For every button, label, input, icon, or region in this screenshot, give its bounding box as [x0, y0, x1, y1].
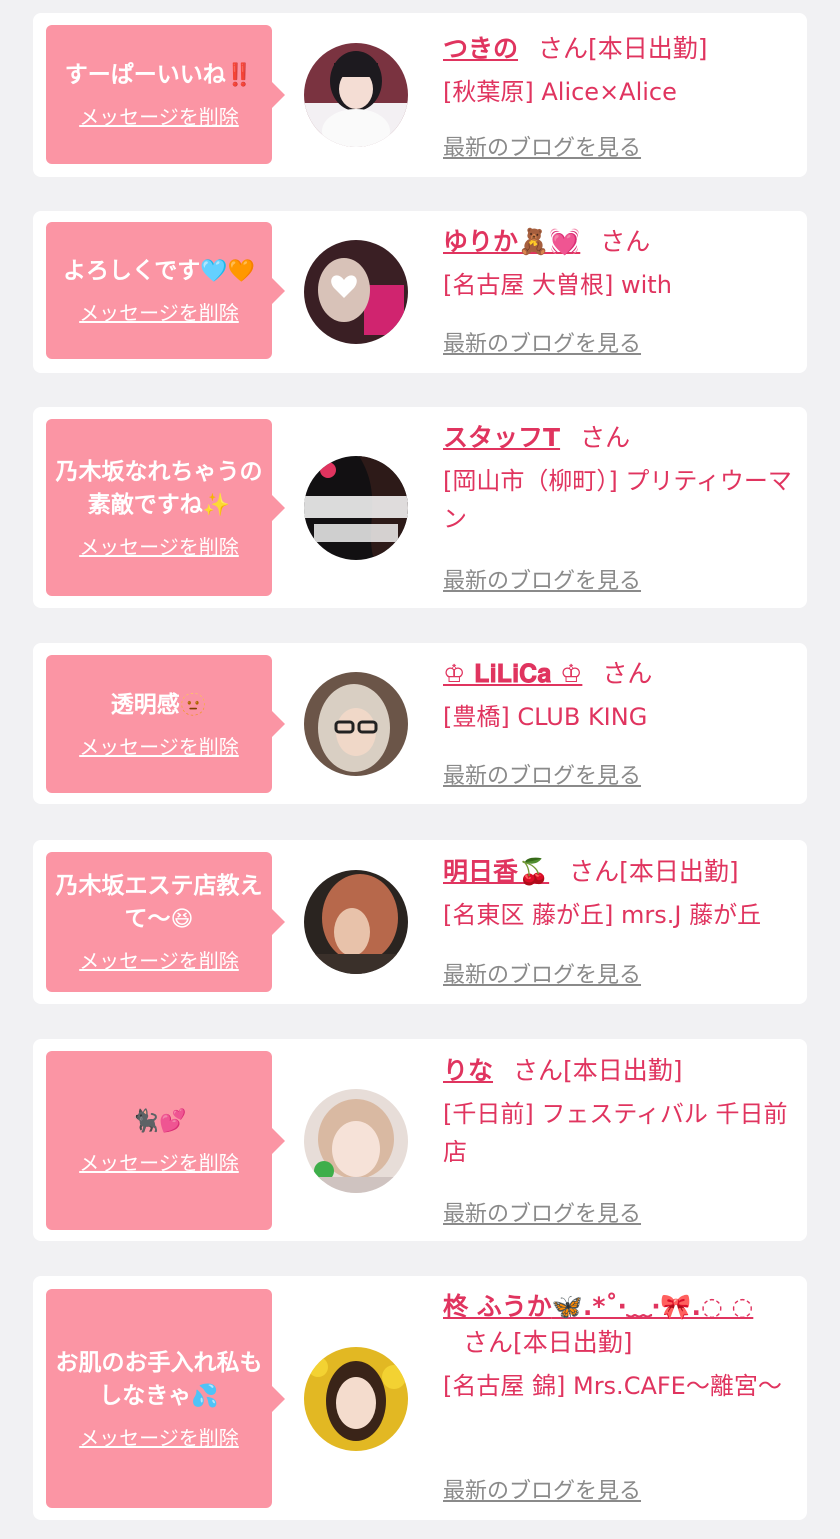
message-card: お肌のお手入れ私もしなきゃ💦 メッセージを削除 柊 ふうか🦋.*˚‧﹏‧🎀.◌ …: [33, 1276, 807, 1520]
latest-blog-link[interactable]: 最新のブログを見る: [443, 326, 641, 358]
message-bubble: よろしくです🩵🧡 メッセージを削除: [46, 222, 285, 359]
avatar[interactable]: [304, 456, 408, 560]
avatar[interactable]: [304, 672, 408, 776]
message-card: 🐈‍⬛💕 メッセージを削除 りな さん[本日出勤] [千日前] フェスティバル 千…: [33, 1039, 807, 1241]
honorific: さん: [463, 1328, 514, 1357]
cast-name-link[interactable]: つきの: [443, 34, 518, 63]
message-emoji: ✨: [202, 492, 231, 518]
delete-message-button[interactable]: メッセージを削除: [79, 948, 239, 974]
honorific: さん: [602, 659, 653, 688]
message-card: すーぱーいいね‼️ メッセージを削除 つきの さん[本日出勤] [秋葉原] Ali…: [33, 13, 807, 177]
cast-name-link[interactable]: 柊 ふうか🦋.*˚‧﹏‧🎀.◌ ◌: [443, 1292, 753, 1321]
avatar[interactable]: [304, 1089, 408, 1193]
latest-blog-link[interactable]: 最新のブログを見る: [443, 130, 641, 162]
delete-message-button[interactable]: メッセージを削除: [79, 1150, 239, 1176]
avatar[interactable]: [304, 870, 408, 974]
message-card: 乃木坂エステ店教えて〜😆 メッセージを削除 明日香🍒 さん[本日出勤] [名東区 …: [33, 840, 807, 1004]
avatar[interactable]: [304, 240, 408, 344]
cast-info: ♔ 𝐋𝐢𝐋𝐢𝐂𝐚 ♔ さん [豊橋] CLUB KING: [443, 656, 793, 736]
shop-name: [秋葉原] Alice×Alice: [443, 78, 677, 106]
message-text: よろしくです🩵🧡: [62, 258, 256, 284]
message-emoji: 🐈‍⬛💕: [131, 1109, 187, 1134]
shop-name: [名古屋 錦] Mrs.CAFE〜離宮〜: [443, 1372, 782, 1400]
message-bubble: 🐈‍⬛💕 メッセージを削除: [46, 1051, 285, 1230]
cast-info: 明日香🍒 さん[本日出勤] [名東区 藤が丘] mrs.J 藤が丘: [443, 854, 793, 934]
shop-name: [名東区 藤が丘] mrs.J 藤が丘: [443, 901, 762, 929]
attendance-status: [本日出勤]: [588, 34, 708, 63]
cast-name-line: スタッフT さん: [443, 420, 793, 456]
message-text: 🐈‍⬛💕: [132, 1105, 187, 1138]
message-card: よろしくです🩵🧡 メッセージを削除 ゆりか🧸💓 さん [名古屋 大曽根] with…: [33, 211, 807, 373]
avatar[interactable]: [304, 1347, 408, 1451]
delete-message-button[interactable]: メッセージを削除: [79, 734, 239, 760]
cast-info: りな さん[本日出勤] [千日前] フェスティバル 千日前店: [443, 1053, 793, 1171]
delete-message-button[interactable]: メッセージを削除: [79, 300, 239, 326]
delete-message-button[interactable]: メッセージを削除: [79, 534, 239, 560]
cast-info: スタッフT さん [岡山市（柳町）] プリティウーマン: [443, 420, 793, 538]
cast-name-link[interactable]: 明日香🍒: [443, 857, 549, 886]
cast-name-link[interactable]: スタッフT: [443, 423, 560, 452]
cast-name-line: りな さん[本日出勤]: [443, 1053, 793, 1089]
honorific: さん: [538, 34, 589, 63]
latest-blog-link[interactable]: 最新のブログを見る: [443, 957, 641, 989]
latest-blog-link[interactable]: 最新のブログを見る: [443, 1196, 641, 1228]
attendance-status: [本日出勤]: [619, 857, 739, 886]
message-bubble: すーぱーいいね‼️ メッセージを削除: [46, 25, 285, 164]
latest-blog-link[interactable]: 最新のブログを見る: [443, 1473, 641, 1505]
shop-name: [豊橋] CLUB KING: [443, 703, 648, 731]
cast-name-link[interactable]: りな: [443, 1056, 493, 1085]
attendance-status: [本日出勤]: [513, 1328, 633, 1357]
message-emoji: 💦: [191, 1383, 219, 1409]
cast-name-line: 明日香🍒 さん[本日出勤]: [443, 854, 793, 890]
delete-message-button[interactable]: メッセージを削除: [79, 1425, 239, 1451]
honorific: さん: [600, 227, 651, 256]
latest-blog-link[interactable]: 最新のブログを見る: [443, 563, 641, 595]
message-emoji: 🩵🧡: [200, 259, 256, 284]
message-bubble: 乃木坂エステ店教えて〜😆 メッセージを削除: [46, 852, 285, 992]
honorific: さん: [513, 1056, 564, 1085]
cast-name-link[interactable]: ゆりか🧸💓: [443, 227, 580, 256]
message-text: お肌のお手入れ私もしなきゃ💦: [55, 1349, 263, 1409]
honorific: さん: [569, 857, 620, 886]
cast-name-link[interactable]: ♔ 𝐋𝐢𝐋𝐢𝐂𝐚 ♔: [443, 659, 582, 688]
message-text: 乃木坂なれちゃうの素敵ですね✨: [55, 458, 263, 518]
message-bubble: 乃木坂なれちゃうの素敵ですね✨ メッセージを削除: [46, 419, 285, 596]
shop-name: [岡山市（柳町）] プリティウーマン: [443, 467, 792, 533]
shop-name: [千日前] フェスティバル 千日前店: [443, 1100, 788, 1166]
honorific: さん: [580, 423, 631, 452]
cast-name-line: つきの さん[本日出勤]: [443, 31, 793, 67]
message-list: すーぱーいいね‼️ メッセージを削除 つきの さん[本日出勤] [秋葉原] Ali…: [0, 0, 840, 1539]
message-emoji: 😆: [170, 907, 194, 932]
cast-name-line: ♔ 𝐋𝐢𝐋𝐢𝐂𝐚 ♔ さん: [443, 656, 793, 692]
message-card: 乃木坂なれちゃうの素敵ですね✨ メッセージを削除 スタッフT さん [岡山市（柳町…: [33, 407, 807, 608]
avatar[interactable]: [304, 43, 408, 147]
message-card: 透明感🫥 メッセージを削除 ♔ 𝐋𝐢𝐋𝐢𝐂𝐚 ♔ さん [豊橋] CLUB KIN…: [33, 643, 807, 804]
cast-info: 柊 ふうか🦋.*˚‧﹏‧🎀.◌ ◌ さん[本日出勤] [名古屋 錦] Mrs.CA…: [443, 1289, 793, 1405]
message-text: 乃木坂エステ店教えて〜😆: [55, 873, 263, 932]
cast-name-line: 柊 ふうか🦋.*˚‧﹏‧🎀.◌ ◌ さん[本日出勤]: [443, 1289, 793, 1361]
shop-name: [名古屋 大曽根] with: [443, 271, 672, 299]
cast-info: つきの さん[本日出勤] [秋葉原] Alice×Alice: [443, 31, 793, 111]
message-bubble: 透明感🫥 メッセージを削除: [46, 655, 285, 793]
cast-info: ゆりか🧸💓 さん [名古屋 大曽根] with: [443, 224, 793, 304]
cast-name-line: ゆりか🧸💓 さん: [443, 224, 793, 260]
message-text: 透明感🫥: [110, 691, 208, 718]
message-emoji: ‼️: [225, 63, 254, 88]
message-emoji: 🫥: [179, 692, 208, 718]
latest-blog-link[interactable]: 最新のブログを見る: [443, 758, 641, 790]
message-bubble: お肌のお手入れ私もしなきゃ💦 メッセージを削除: [46, 1289, 285, 1508]
attendance-status: [本日出勤]: [563, 1056, 683, 1085]
delete-message-button[interactable]: メッセージを削除: [79, 104, 239, 130]
message-text: すーぱーいいね‼️: [64, 62, 254, 88]
